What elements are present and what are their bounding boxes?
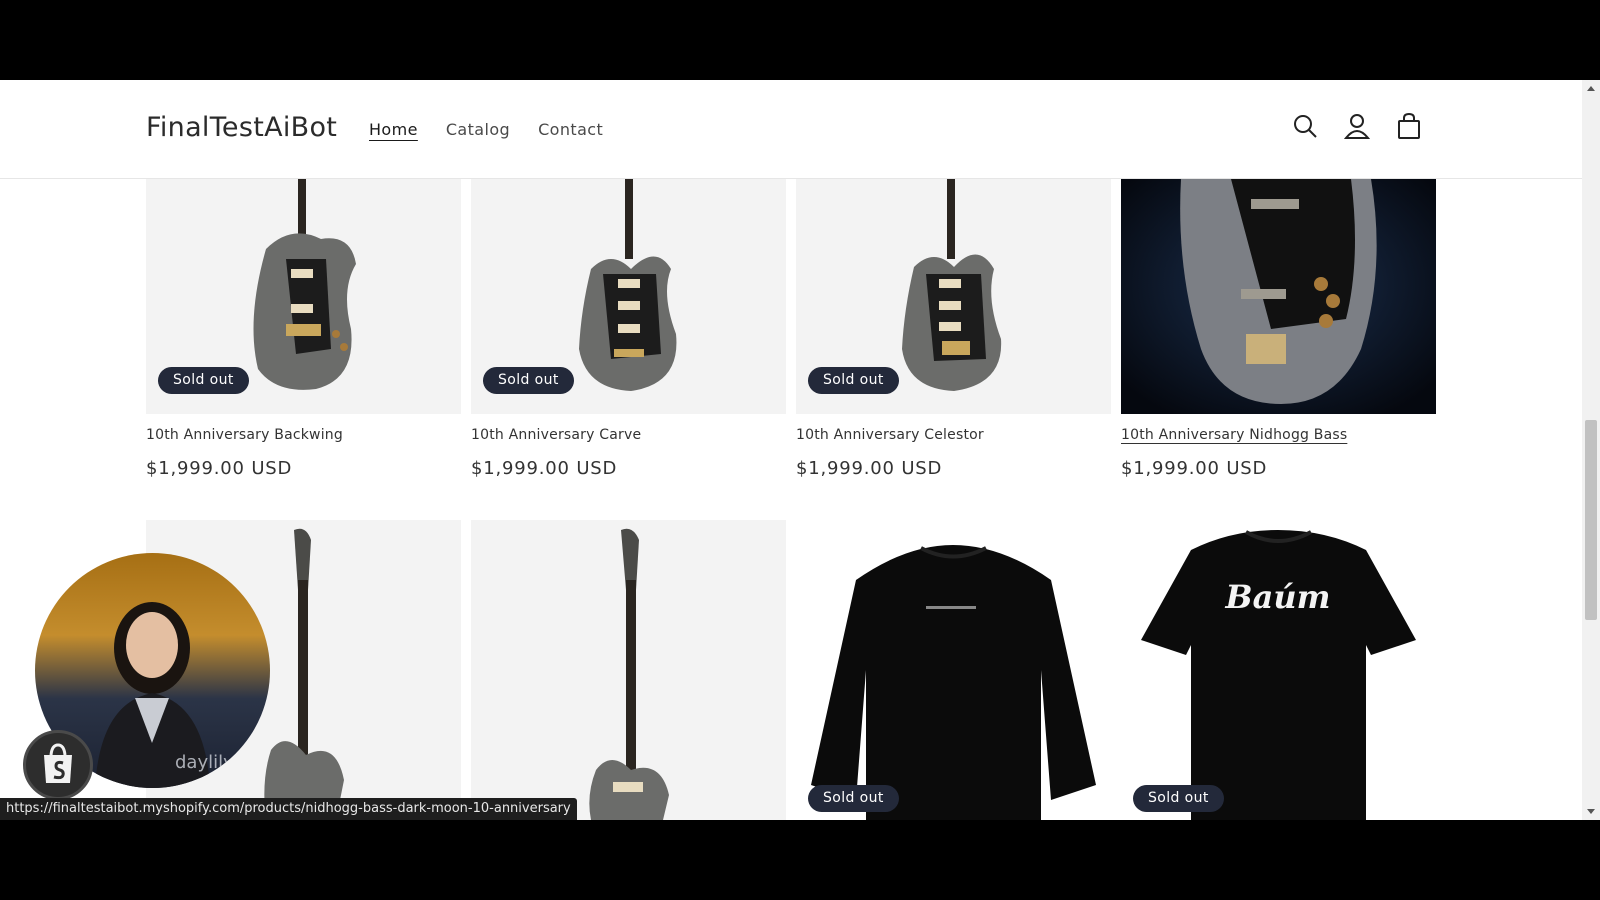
- nav-contact[interactable]: Contact: [538, 120, 603, 139]
- scroll-thumb[interactable]: [1585, 420, 1597, 620]
- product-image[interactable]: [1121, 179, 1436, 414]
- product-price: $1,999.00 USD: [796, 458, 943, 479]
- guitar-image: [589, 528, 669, 820]
- product-title[interactable]: 10th Anniversary Carve: [471, 427, 641, 443]
- product-title[interactable]: 10th Anniversary Backwing: [146, 427, 343, 443]
- product-price: $1,999.00 USD: [1121, 458, 1268, 479]
- sold-out-badge: Sold out: [1133, 785, 1224, 812]
- main-nav: Home Catalog Contact: [369, 120, 603, 139]
- site-header: FinalTestAiBot Home Catalog Contact: [0, 80, 1582, 179]
- sold-out-badge: Sold out: [808, 785, 899, 812]
- scroll-down-arrow[interactable]: [1587, 809, 1595, 814]
- store-logo[interactable]: FinalTestAiBot: [146, 112, 337, 143]
- tshirt-print-text: Baúm: [1225, 578, 1331, 616]
- scroll-up-arrow[interactable]: [1587, 86, 1595, 91]
- tshirt-image: Baúm: [1141, 530, 1416, 820]
- product-title[interactable]: 10th Anniversary Nidhogg Bass: [1121, 427, 1347, 443]
- account-icon[interactable]: [1344, 112, 1370, 140]
- shopify-bag-icon: [44, 743, 72, 783]
- page-scrollbar[interactable]: [1582, 80, 1600, 820]
- product-price: $1,999.00 USD: [146, 458, 293, 479]
- product-image[interactable]: Sold out: [471, 179, 786, 414]
- sweatshirt-image: [811, 545, 1096, 820]
- product-image[interactable]: Sold out: [796, 179, 1111, 414]
- page-viewport: FinalTestAiBot Home Catalog Contact Sold…: [0, 80, 1600, 820]
- cart-icon[interactable]: [1396, 112, 1422, 140]
- product-image[interactable]: [471, 520, 786, 820]
- shopify-bag-button[interactable]: [23, 730, 93, 800]
- product-title[interactable]: 10th Anniversary Celestor: [796, 427, 984, 443]
- link-status-bar: https://finaltestaibot.myshopify.com/pro…: [0, 798, 577, 820]
- product-price: $1,999.00 USD: [471, 458, 618, 479]
- sold-out-badge: Sold out: [158, 367, 249, 394]
- sold-out-badge: Sold out: [808, 367, 899, 394]
- browser-frame: FinalTestAiBot Home Catalog Contact Sold…: [0, 0, 1600, 900]
- product-image[interactable]: Baúm Sold out: [1121, 520, 1436, 820]
- nav-catalog[interactable]: Catalog: [446, 120, 510, 139]
- header-icons: [1292, 112, 1422, 140]
- bass-image: [1121, 179, 1436, 414]
- product-image[interactable]: Sold out: [146, 179, 461, 414]
- nav-home[interactable]: Home: [369, 120, 418, 139]
- product-image[interactable]: Sold out: [796, 520, 1111, 820]
- search-icon[interactable]: [1292, 112, 1318, 140]
- sold-out-badge: Sold out: [483, 367, 574, 394]
